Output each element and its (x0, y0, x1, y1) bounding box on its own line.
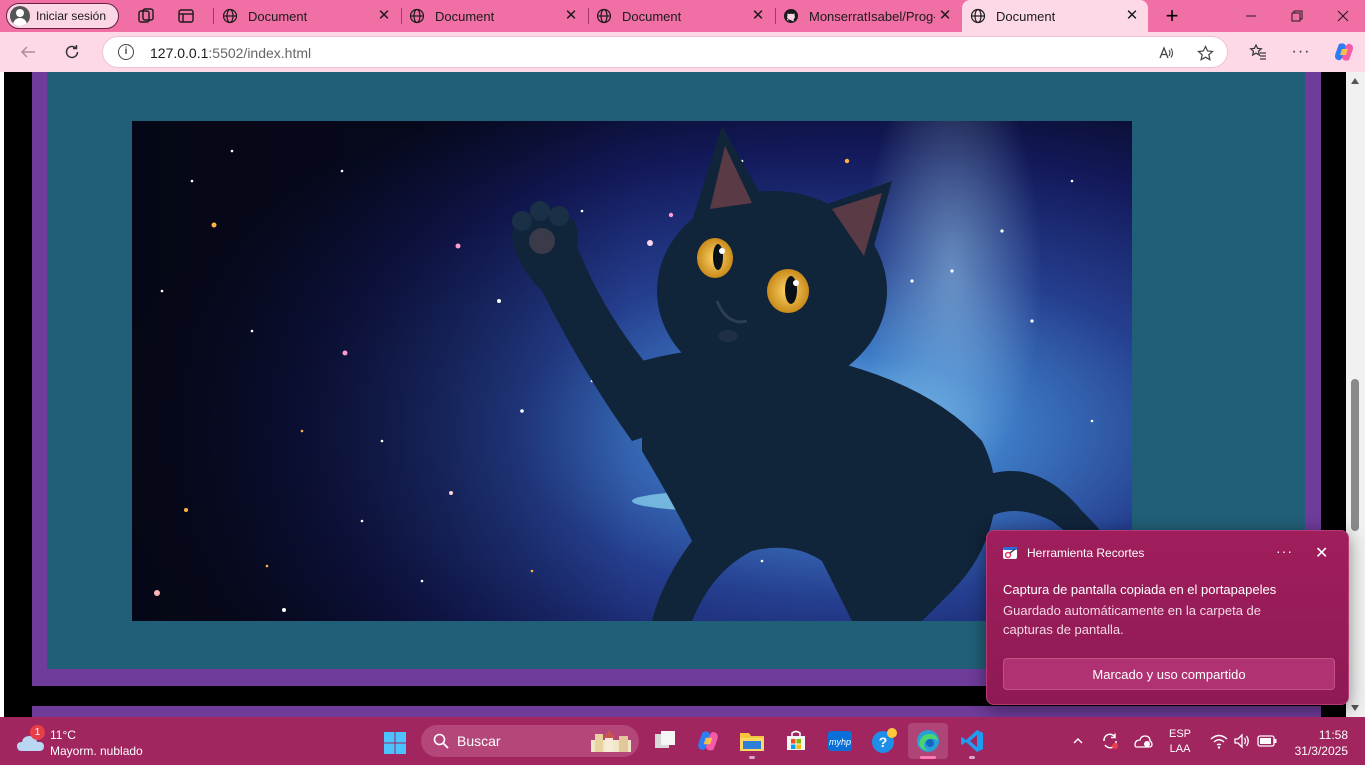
avatar-icon (10, 6, 30, 26)
input-language[interactable]: ESP LAA (1169, 727, 1191, 757)
svg-text:myhp: myhp (829, 737, 851, 747)
system-clock[interactable]: 11:58 31/3/2025 (1286, 727, 1348, 759)
profile-label: Iniciar sesión (36, 9, 107, 23)
app-indicator (969, 756, 975, 759)
edge-browser-icon[interactable] (908, 723, 948, 759)
get-help-icon[interactable]: ? (870, 727, 898, 755)
weather-badge: 1 (30, 725, 45, 740)
back-button[interactable] (16, 40, 40, 64)
url-host: 127.0.0.1 (150, 45, 209, 61)
markup-and-share-button[interactable]: Marcado y uso compartido (1003, 658, 1335, 690)
tab-document-2[interactable]: Document ✕ (401, 4, 587, 28)
copilot-app-icon[interactable] (694, 727, 722, 755)
weather-condition: Mayorm. nublado (50, 744, 143, 758)
close-window-button[interactable] (1320, 0, 1365, 32)
windows-taskbar: 1 11°C Mayorm. nublado Buscar myhp ? ESP… (0, 717, 1365, 765)
tab-title: Document (435, 8, 495, 24)
tab-document-active[interactable]: Document ✕ (962, 0, 1148, 32)
network-meeting-icon[interactable] (1133, 731, 1153, 751)
tab-github[interactable]: MonserratIsabel/Prog-w ✕ (775, 4, 961, 28)
notification-title: Captura de pantalla copiada en el portap… (1003, 582, 1277, 597)
tab-title: Document (248, 8, 308, 24)
myhp-icon[interactable]: myhp (826, 727, 854, 755)
battery-icon[interactable] (1257, 731, 1277, 751)
tab-document-1[interactable]: Document ✕ (214, 4, 400, 28)
scrollbar-thumb[interactable] (1351, 379, 1359, 531)
restore-button[interactable] (1274, 0, 1320, 32)
globe-icon (222, 8, 238, 24)
clock-date: 31/3/2025 (1294, 744, 1348, 758)
tab-document-3[interactable]: Document ✕ (588, 4, 774, 28)
tab-strip: Iniciar sesión Document ✕ Document ✕ Doc… (0, 0, 1365, 32)
tab-title: Document (996, 8, 1056, 24)
url-text[interactable]: 127.0.0.1:5502/index.html (150, 45, 311, 61)
search-highlight-icon (591, 730, 631, 752)
keyboard-layout: LAA (1169, 743, 1191, 755)
app-indicator (749, 756, 755, 759)
wifi-icon[interactable] (1209, 731, 1229, 751)
favorites-icon[interactable] (1246, 40, 1270, 64)
tab-close-icon[interactable]: ✕ (563, 8, 579, 24)
globe-icon (596, 8, 612, 24)
read-aloud-icon[interactable] (1157, 44, 1175, 62)
purple-bottom-container (32, 706, 1321, 717)
clock-time: 11:58 (1318, 728, 1348, 742)
microsoft-store-icon[interactable] (782, 727, 810, 755)
snipping-tool-icon (1003, 547, 1017, 559)
globe-icon (409, 8, 425, 24)
sync-icon[interactable] (1100, 731, 1120, 751)
file-explorer-icon[interactable] (738, 727, 766, 759)
minimize-button[interactable] (1228, 0, 1274, 32)
scroll-down-arrow-icon[interactable] (1351, 705, 1359, 711)
tab-close-icon[interactable]: ✕ (376, 8, 392, 24)
tab-close-icon[interactable]: ✕ (937, 8, 953, 24)
tab-title: MonserratIsabel/Prog-w (809, 8, 935, 24)
volume-icon[interactable] (1232, 731, 1252, 751)
tab-close-icon[interactable]: ✕ (1124, 8, 1140, 24)
search-placeholder: Buscar (457, 733, 501, 749)
snipping-tool-notification[interactable]: Herramienta Recortes ··· ✕ Captura de pa… (986, 530, 1349, 705)
new-tab-button[interactable]: + (1162, 3, 1182, 28)
vscode-icon[interactable] (958, 727, 986, 759)
language-code: ESP (1169, 728, 1192, 740)
globe-icon (970, 8, 986, 24)
profile-button[interactable]: Iniciar sesión (6, 3, 119, 29)
task-view-icon[interactable] (651, 727, 679, 755)
taskbar-search-box[interactable]: Buscar (421, 725, 639, 757)
site-info-icon[interactable]: i (118, 44, 134, 60)
github-icon (784, 9, 798, 23)
tab-title: Document (622, 8, 682, 24)
browser-toolbar: i 127.0.0.1:5502/index.html ··· (0, 32, 1365, 72)
url-path: :5502/index.html (208, 45, 312, 61)
tab-actions-icon[interactable] (176, 6, 196, 26)
reload-button[interactable] (60, 40, 84, 64)
notification-close-button[interactable]: ✕ (1315, 543, 1328, 563)
notification-app-name: Herramienta Recortes (1027, 546, 1145, 560)
tab-close-icon[interactable]: ✕ (750, 8, 766, 24)
workspaces-icon[interactable] (136, 6, 156, 26)
notification-more-button[interactable]: ··· (1276, 543, 1293, 559)
notification-body: Guardado automáticamente en la carpeta d… (1003, 603, 1262, 637)
search-icon (433, 733, 449, 749)
app-indicator (920, 756, 936, 759)
copilot-icon[interactable] (1332, 40, 1356, 64)
windows-start-icon[interactable] (383, 731, 407, 755)
weather-widget[interactable]: 1 11°C Mayorm. nublado (16, 725, 166, 759)
hero-image-black-cat-in-space (132, 121, 1132, 621)
address-bar[interactable]: i 127.0.0.1:5502/index.html (102, 36, 1228, 68)
show-hidden-icons-chevron-icon[interactable] (1068, 731, 1088, 751)
favorite-star-icon[interactable] (1196, 44, 1214, 62)
more-menu-icon[interactable]: ··· (1289, 40, 1313, 64)
scroll-up-arrow-icon[interactable] (1351, 78, 1359, 84)
svg-text:?: ? (879, 734, 888, 750)
weather-temp: 11°C (50, 728, 76, 742)
